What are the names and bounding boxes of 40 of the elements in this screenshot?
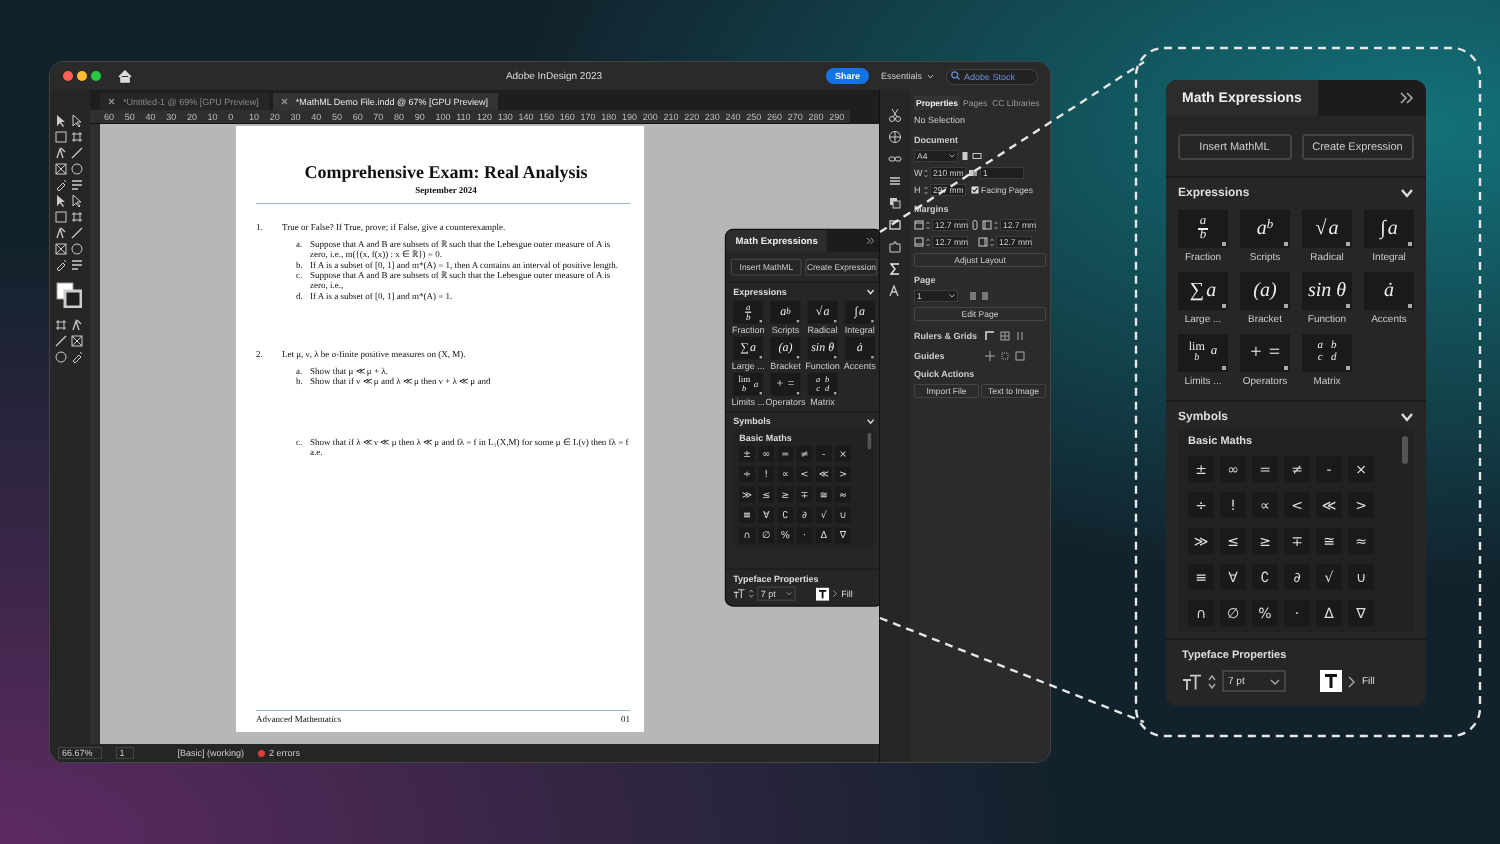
checkbox-icon[interactable] [971,186,979,194]
character-styles-icon[interactable] [888,284,902,298]
tool-icon[interactable] [54,146,68,160]
chevron-icon[interactable] [1400,410,1414,424]
collapse-icon[interactable] [1400,92,1414,104]
font-size-icon [1182,673,1202,689]
expression-button[interactable]: (a) [1240,272,1290,310]
stepper-icon[interactable] [1208,673,1216,689]
tool-icon[interactable] [70,258,84,272]
scrollbar[interactable] [867,432,872,450]
chevron-icon[interactable] [866,417,875,426]
error-dot-icon [258,749,266,757]
sigma-icon[interactable] [888,262,902,276]
portrait-icon[interactable] [960,151,970,161]
expression-button[interactable]: ȧ [1364,272,1414,310]
chevron-right-icon [1348,675,1356,687]
expression-button[interactable]: + = [1240,334,1290,372]
window-controls-icon[interactable] [62,70,102,82]
home-icon[interactable] [118,69,132,83]
tool-icon[interactable] [54,226,68,240]
layers-icon[interactable] [888,174,902,188]
scrollbar[interactable] [1402,436,1408,464]
caret-icon [1270,677,1280,685]
expression-button[interactable]: a$^{b}$ [1240,210,1290,248]
tool-icon[interactable] [70,178,84,192]
tool-icon[interactable] [70,318,84,332]
chevron-icon[interactable] [1400,186,1414,200]
chevron-icon[interactable] [866,287,875,296]
expression-button[interactable]: ∫a [1364,210,1414,248]
text-fill-swatch-icon[interactable] [816,587,830,601]
document-title: Comprehensive Exam: Real Analysis [302,162,590,183]
expression-button[interactable]: √a [1302,210,1352,248]
expression-button[interactable]: sin θ [1302,272,1352,310]
ruler-icon[interactable] [985,331,995,341]
swatches-icon[interactable] [888,196,902,210]
stroke-icon[interactable] [888,218,902,232]
pages-icon[interactable] [968,168,978,178]
text-fill-swatch-icon[interactable] [1320,670,1342,692]
expression-button[interactable]: ∑a [1178,272,1228,310]
fill-stroke-swatch-icon[interactable] [56,282,82,308]
